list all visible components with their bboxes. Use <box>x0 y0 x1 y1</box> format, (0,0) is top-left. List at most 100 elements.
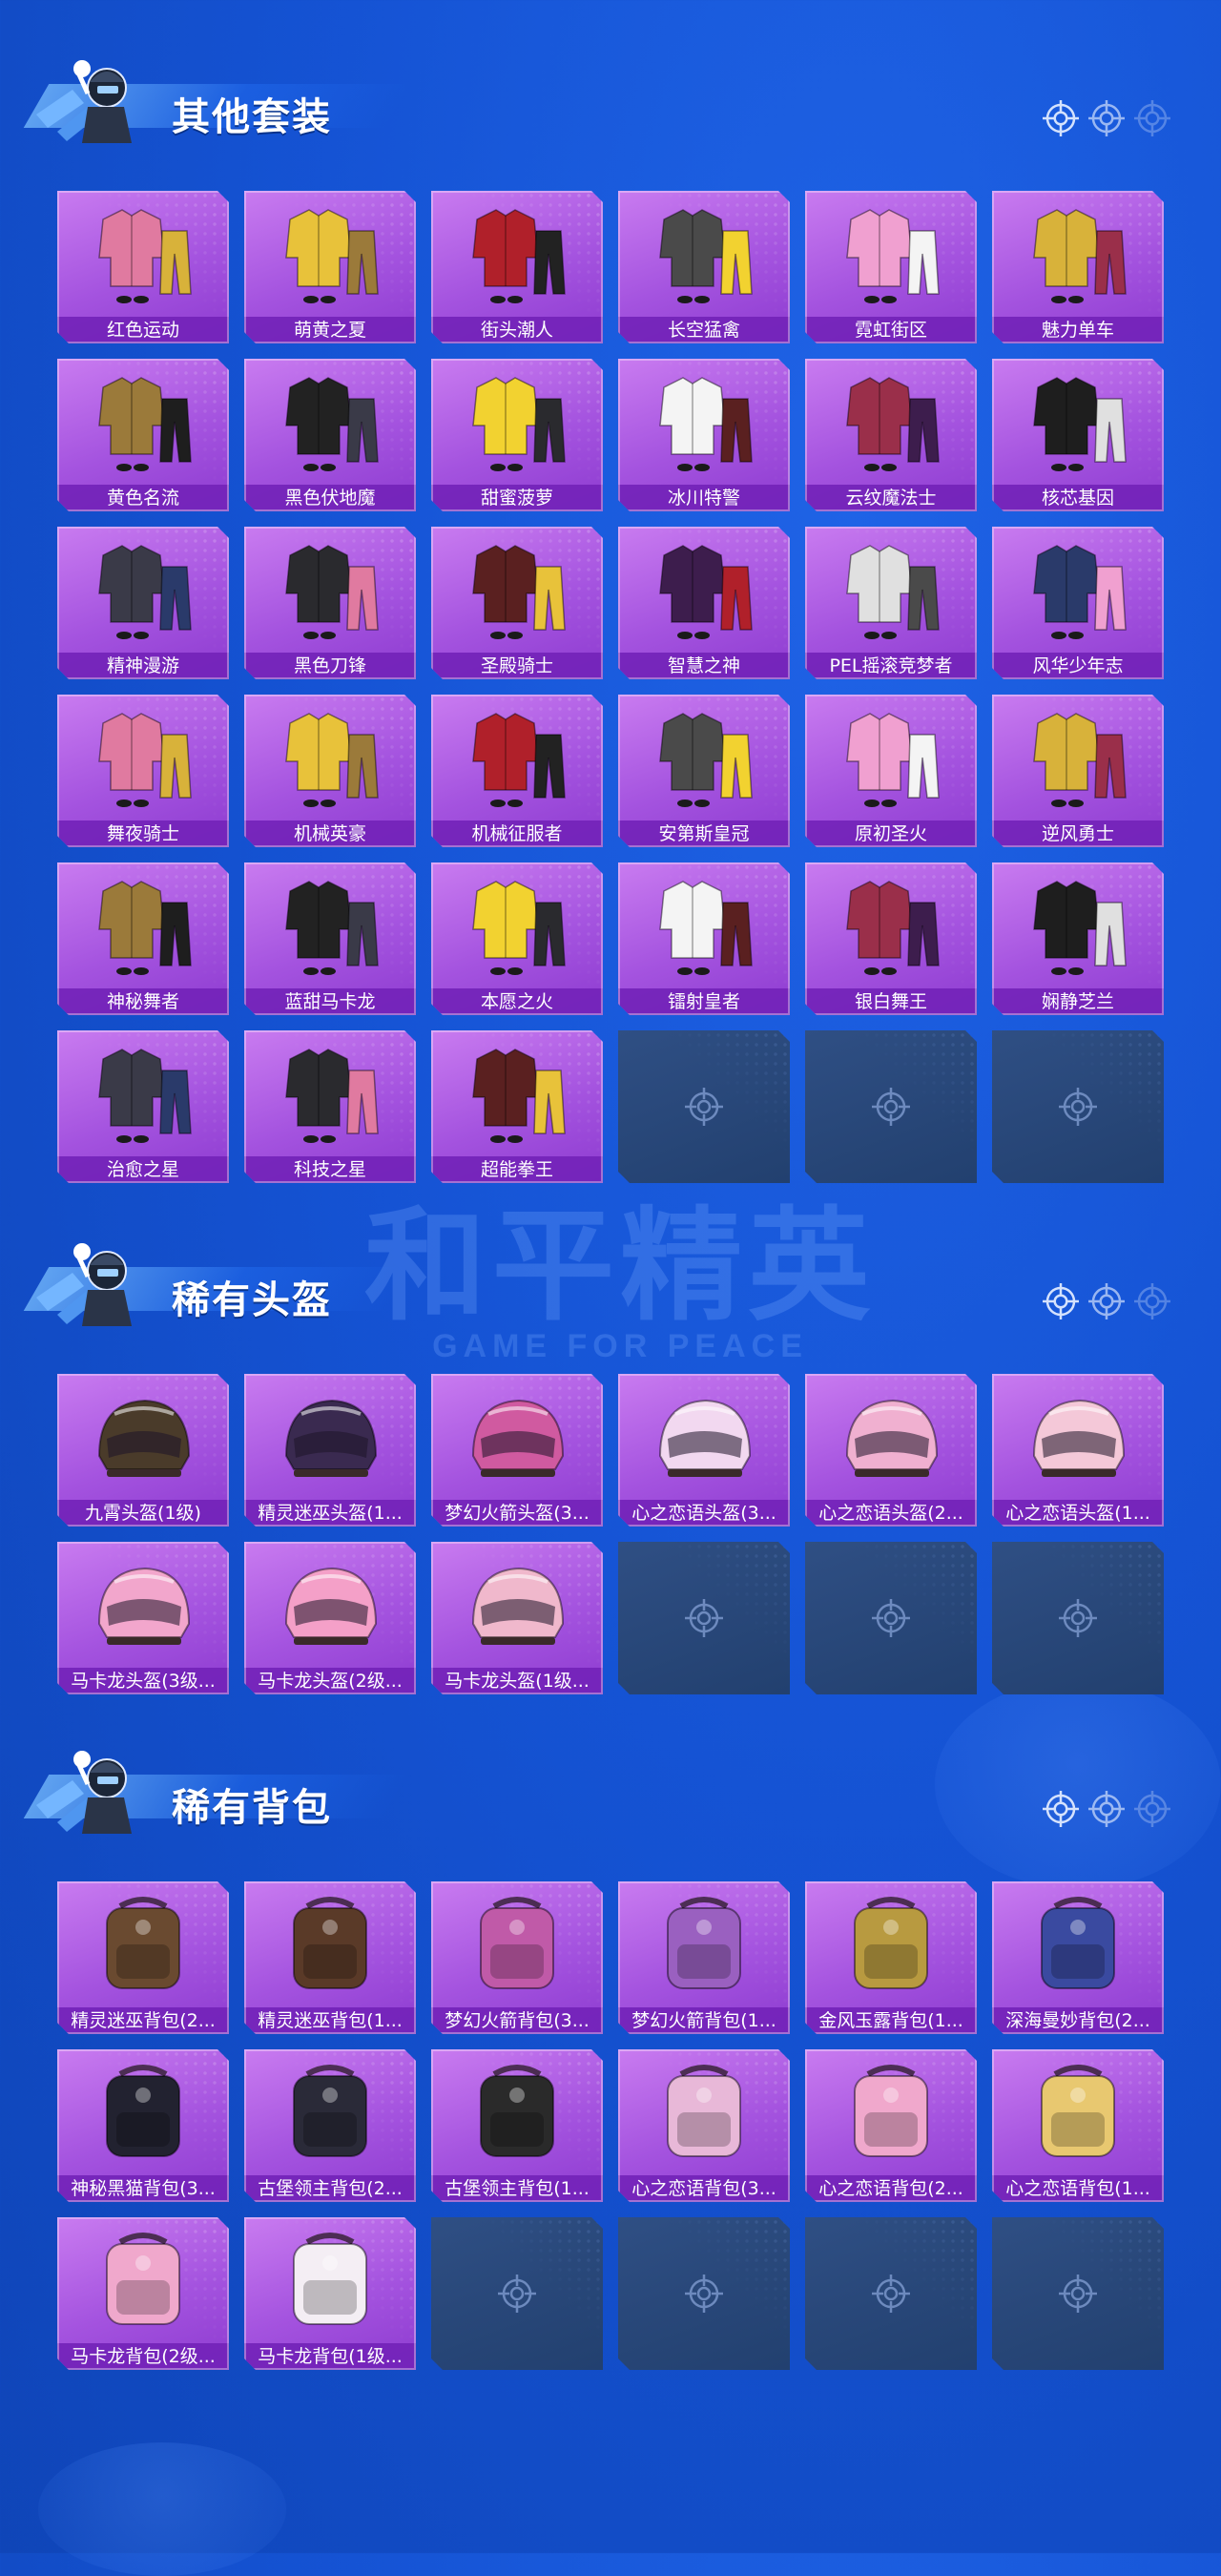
helmet-item-card[interactable]: 心之恋语头盔(1... <box>992 1374 1164 1527</box>
item-name-label: 银白舞王 <box>805 988 977 1015</box>
outfit-item-card[interactable]: 镭射皇者 <box>618 862 790 1015</box>
item-name-label: 马卡龙头盔(1级... <box>431 1668 603 1694</box>
outfit-item-card[interactable]: 治愈之星 <box>57 1030 229 1183</box>
backpack-item-card[interactable]: 心之恋语背包(2... <box>805 2049 977 2202</box>
outfit-image <box>472 209 566 303</box>
watermark-cn: 和平精英 <box>363 1195 876 1338</box>
item-name-label: 治愈之星 <box>57 1156 229 1183</box>
outfit-item-card[interactable]: 红色运动 <box>57 191 229 343</box>
item-name-label: 精神漫游 <box>57 653 229 679</box>
outfit-image <box>1033 713 1127 807</box>
crosshair-icon <box>1088 100 1125 136</box>
outfit-image <box>1033 377 1127 471</box>
outfit-item-card[interactable]: 黑色伏地魔 <box>244 359 416 511</box>
outfit-item-card[interactable]: 安第斯皇冠 <box>618 695 790 847</box>
outfit-item-card[interactable]: 甜蜜菠萝 <box>431 359 603 511</box>
outfit-item-card[interactable]: 萌黄之夏 <box>244 191 416 343</box>
outfit-item-card[interactable]: 黄色名流 <box>57 359 229 511</box>
empty-slot <box>992 1030 1164 1183</box>
backpack-item-card[interactable]: 心之恋语背包(1... <box>992 2049 1164 2202</box>
outfit-image <box>285 377 379 471</box>
outfit-item-card[interactable]: 风华少年志 <box>992 527 1164 679</box>
item-name-label: 圣殿骑士 <box>431 653 603 679</box>
outfit-image <box>98 377 192 471</box>
outfit-item-card[interactable]: 圣殿骑士 <box>431 527 603 679</box>
outfit-item-card[interactable]: 冰川特警 <box>618 359 790 511</box>
item-name-label: 马卡龙背包(1级... <box>244 2343 416 2370</box>
outfit-image <box>285 209 379 303</box>
helmet-item-card[interactable]: 心之恋语头盔(2... <box>805 1374 977 1527</box>
item-name-label: 马卡龙头盔(2级... <box>244 1668 416 1694</box>
outfit-image <box>846 377 940 471</box>
helmet-item-card[interactable]: 九霄头盔(1级) <box>57 1374 229 1527</box>
item-name-label: 科技之星 <box>244 1156 416 1183</box>
backpack-item-card[interactable]: 心之恋语背包(3... <box>618 2049 790 2202</box>
backpack-item-card[interactable]: 古堡领主背包(1... <box>431 2049 603 2202</box>
outfit-item-card[interactable]: 机械英豪 <box>244 695 416 847</box>
outfit-item-card[interactable]: 黑色刀锋 <box>244 527 416 679</box>
outfit-item-card[interactable]: 银白舞王 <box>805 862 977 1015</box>
outfit-image <box>472 1049 566 1143</box>
item-name-label: 精灵迷巫头盔(1... <box>244 1500 416 1527</box>
item-name-label: 镭射皇者 <box>618 988 790 1015</box>
helmet-item-card[interactable]: 马卡龙头盔(2级... <box>244 1542 416 1694</box>
backpack-item-card[interactable]: 马卡龙背包(2级... <box>57 2217 229 2370</box>
backpack-item-card[interactable]: 梦幻火箭背包(3... <box>431 1881 603 2034</box>
item-name-label: 娴静芝兰 <box>992 988 1164 1015</box>
item-name-label: 黑色伏地魔 <box>244 485 416 511</box>
outfit-item-card[interactable]: 机械征服者 <box>431 695 603 847</box>
outfit-item-card[interactable]: 娴静芝兰 <box>992 862 1164 1015</box>
outfit-item-card[interactable]: 逆风勇士 <box>992 695 1164 847</box>
outfit-item-card[interactable]: 长空猛禽 <box>618 191 790 343</box>
outfit-item-card[interactable]: 智慧之神 <box>618 527 790 679</box>
helmet-item-card[interactable]: 梦幻火箭头盔(3... <box>431 1374 603 1527</box>
helmet-item-card[interactable]: 马卡龙头盔(3级... <box>57 1542 229 1694</box>
item-name-label: 梦幻火箭头盔(3... <box>431 1500 603 1527</box>
outfit-image <box>285 713 379 807</box>
outfit-item-card[interactable]: 蓝甜马卡龙 <box>244 862 416 1015</box>
backpack-item-card[interactable]: 古堡领主背包(2... <box>244 2049 416 2202</box>
empty-slot <box>805 1030 977 1183</box>
outfit-item-card[interactable]: 精神漫游 <box>57 527 229 679</box>
item-name-label: 云纹魔法士 <box>805 485 977 511</box>
outfit-image <box>285 545 379 639</box>
item-name-label: 金风玉露背包(1... <box>805 2007 977 2034</box>
item-name-label: 街头潮人 <box>431 317 603 343</box>
outfit-image <box>472 881 566 975</box>
empty-slot <box>618 1030 790 1183</box>
outfit-item-card[interactable]: 原初圣火 <box>805 695 977 847</box>
backpack-item-card[interactable]: 精灵迷巫背包(2... <box>57 1881 229 2034</box>
helmet-image <box>1032 1399 1126 1477</box>
outfit-item-card[interactable]: 街头潮人 <box>431 191 603 343</box>
outfit-item-card[interactable]: 魅力单车 <box>992 191 1164 343</box>
backpack-item-card[interactable]: 神秘黑猫背包(3... <box>57 2049 229 2202</box>
backpack-item-card[interactable]: 精灵迷巫背包(1... <box>244 1881 416 2034</box>
outfit-item-card[interactable]: 霓虹街区 <box>805 191 977 343</box>
item-name-label: 风华少年志 <box>992 653 1164 679</box>
crosshair-icon <box>685 1088 723 1126</box>
outfit-item-card[interactable]: 本愿之火 <box>431 862 603 1015</box>
outfit-item-card[interactable]: 神秘舞者 <box>57 862 229 1015</box>
outfit-item-card[interactable]: 超能拳王 <box>431 1030 603 1183</box>
outfit-image <box>846 545 940 639</box>
item-name-label: 萌黄之夏 <box>244 317 416 343</box>
outfit-item-card[interactable]: 云纹魔法士 <box>805 359 977 511</box>
outfit-item-card[interactable]: 核芯基因 <box>992 359 1164 511</box>
backpack-item-card[interactable]: 马卡龙背包(1级... <box>244 2217 416 2370</box>
outfit-item-card[interactable]: PEL摇滚竞梦者 <box>805 527 977 679</box>
outfit-image <box>98 1049 192 1143</box>
backpack-item-card[interactable]: 金风玉露背包(1... <box>805 1881 977 2034</box>
item-name-label: 智慧之神 <box>618 653 790 679</box>
helmet-item-card[interactable]: 心之恋语头盔(3... <box>618 1374 790 1527</box>
empty-slot <box>805 2217 977 2370</box>
backpack-item-card[interactable]: 深海曼妙背包(2... <box>992 1881 1164 2034</box>
outfit-item-card[interactable]: 舞夜骑士 <box>57 695 229 847</box>
helmet-image <box>471 1399 565 1477</box>
backpack-item-card[interactable]: 梦幻火箭背包(1... <box>618 1881 790 2034</box>
item-name-label: PEL摇滚竞梦者 <box>805 653 977 679</box>
helmet-item-card[interactable]: 精灵迷巫头盔(1... <box>244 1374 416 1527</box>
item-name-label: 精灵迷巫背包(1... <box>244 2007 416 2034</box>
helmet-item-card[interactable]: 马卡龙头盔(1级... <box>431 1542 603 1694</box>
outfit-item-card[interactable]: 科技之星 <box>244 1030 416 1183</box>
crosshair-icon <box>685 2275 723 2313</box>
